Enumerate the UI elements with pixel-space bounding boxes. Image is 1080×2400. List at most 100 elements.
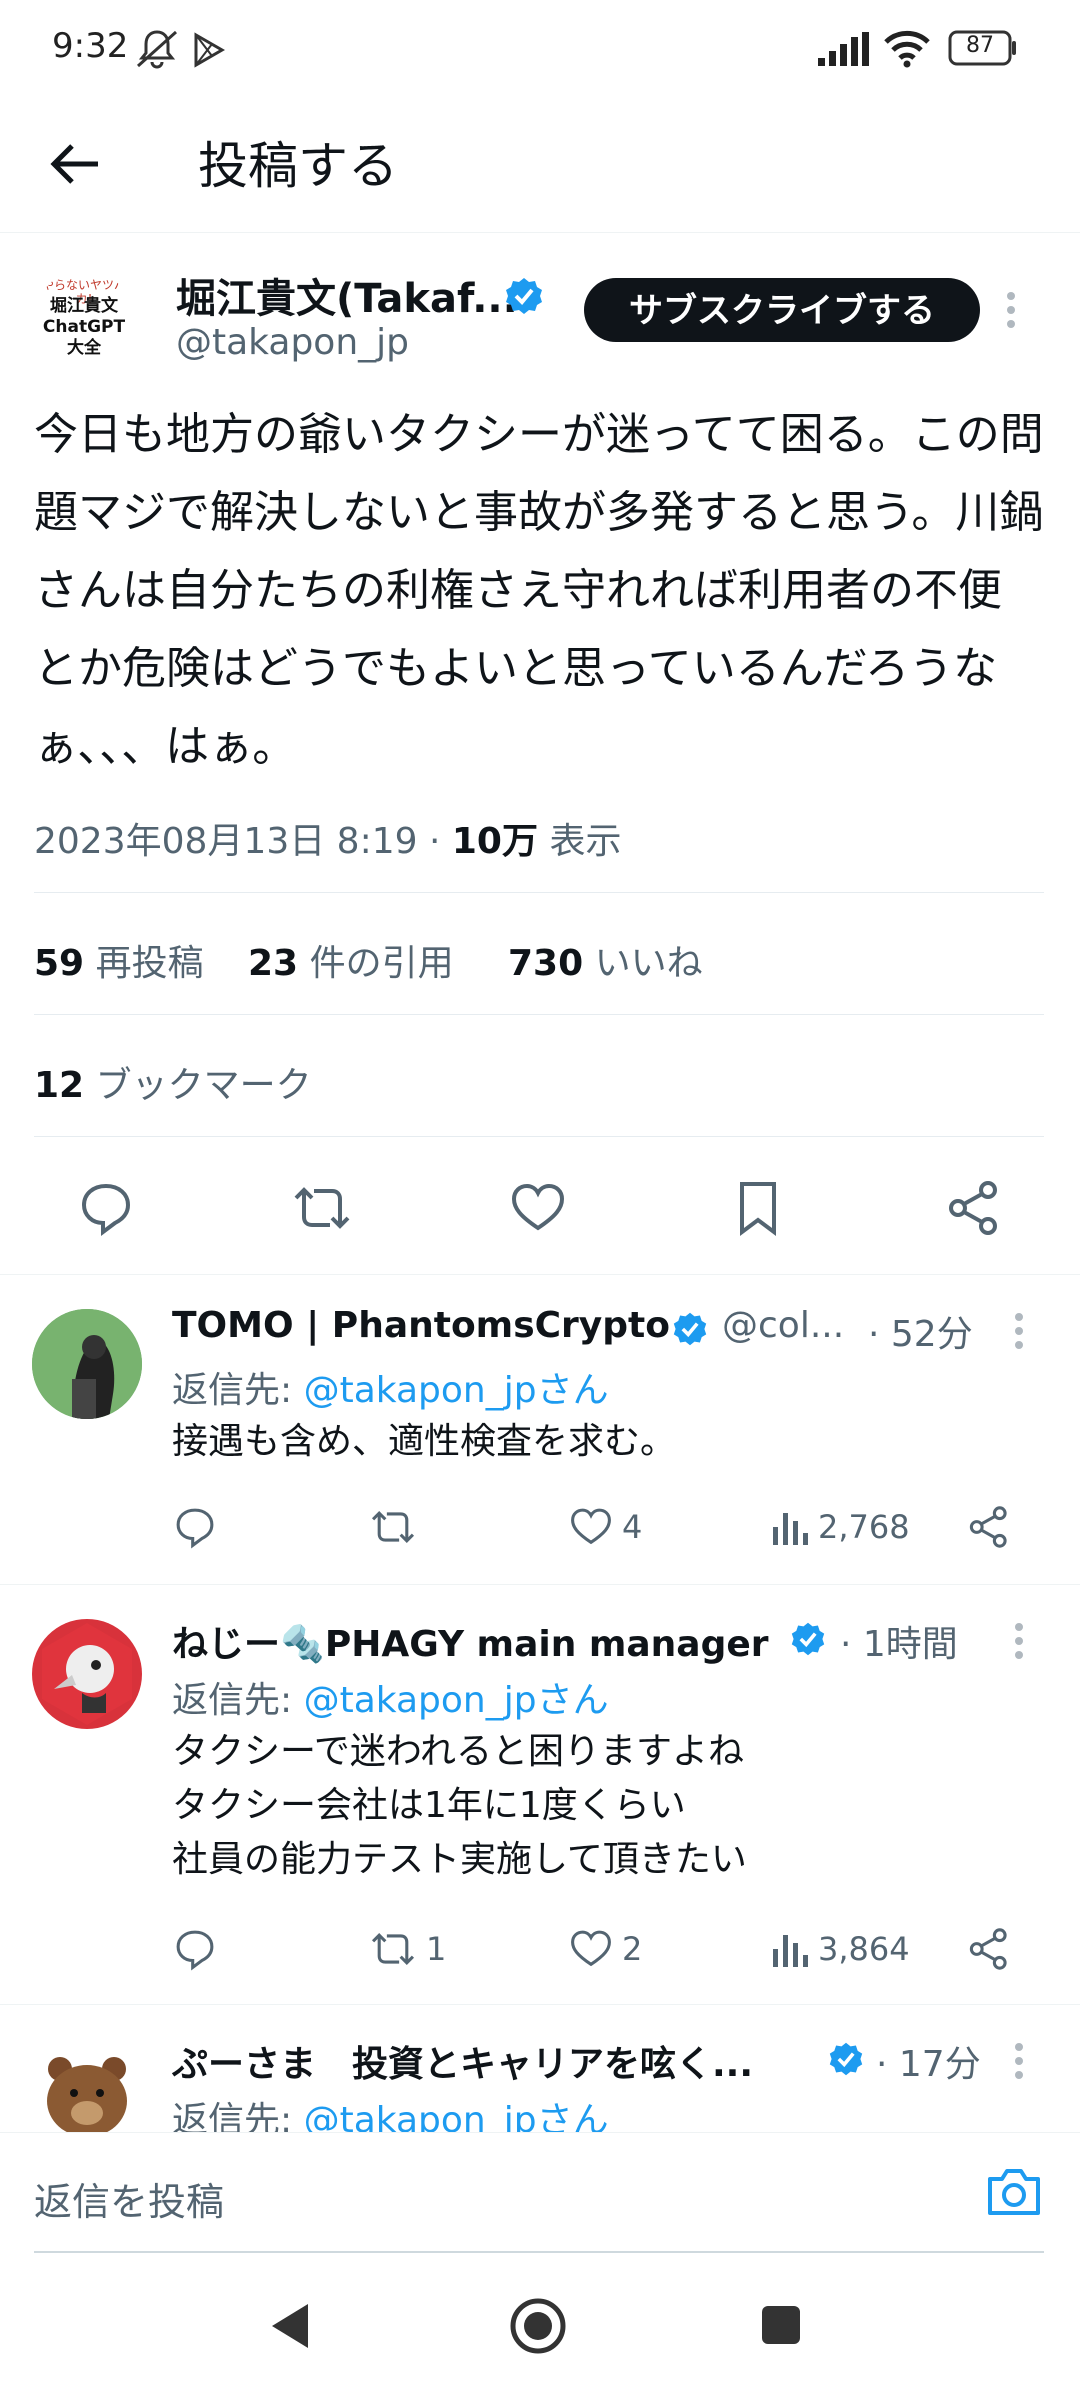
like-icon	[511, 1183, 565, 1231]
reply-compose-bar: 返信を投稿	[0, 2132, 1080, 2253]
bookmark-icon	[740, 1182, 776, 1236]
likes-label: いいね	[594, 943, 703, 984]
reposts-stat[interactable]: 59 再投稿	[34, 934, 204, 986]
system-nav-bar	[0, 2254, 1080, 2400]
reply-avatar[interactable]	[32, 2039, 142, 2133]
share-button[interactable]	[966, 1503, 1012, 1551]
tweet-datetime[interactable]: 2023年08月13日 8:19	[34, 821, 418, 862]
views-icon	[773, 1935, 808, 1967]
square-recents-icon	[762, 2306, 800, 2344]
retweet-button[interactable]	[368, 1503, 426, 1551]
reposts-label: 再投稿	[95, 943, 204, 984]
reply-item[interactable]: TOMO | PhantomsCrypto @col... · 52分 返信先:…	[0, 1274, 1080, 1585]
quotes-stat[interactable]: 23 件の引用	[248, 934, 454, 986]
reply-item[interactable]: ぷーさま 投資とキャリアを呟く... · 17分 返信先: @takapon_j…	[0, 2004, 1080, 2133]
bookmark-button[interactable]	[728, 1178, 792, 1242]
play-store-icon	[192, 32, 226, 68]
views-icon	[773, 1513, 808, 1545]
reply-icon	[176, 1508, 214, 1549]
status-bar: 9:32 87	[0, 0, 1080, 96]
share-button[interactable]	[966, 1925, 1012, 1973]
reply-to-line: 返信先: @takapon_jpさん	[172, 1671, 609, 1723]
reply-author-name[interactable]: TOMO | PhantomsCrypto	[172, 1305, 670, 1346]
bookmarks-label: ブックマーク	[95, 1065, 312, 1106]
battery-icon: 87	[948, 30, 1018, 66]
bookmarks-count: 12	[34, 1065, 85, 1106]
reply-icon	[81, 1183, 131, 1236]
retweet-icon	[294, 1187, 350, 1229]
more-icon	[1015, 2043, 1023, 2079]
more-options-button[interactable]	[1004, 290, 1018, 330]
retweet-icon	[371, 1511, 415, 1543]
reply-to-prefix: 返信先:	[172, 1370, 304, 1411]
views-count: 10万	[451, 821, 538, 862]
divider	[34, 1014, 1044, 1015]
reply-text-line: 接遇も含め、適性検査を求む。	[172, 1421, 677, 1462]
status-time: 9:32	[52, 26, 129, 66]
like-button[interactable]: 4	[568, 1503, 642, 1551]
mute-icon	[134, 28, 180, 70]
retweet-button[interactable]: 1	[368, 1925, 446, 1973]
back-button[interactable]	[40, 128, 112, 200]
author-handle[interactable]: @takapon_jp	[176, 322, 409, 363]
reply-to-link[interactable]: @takapon_jpさん	[304, 1680, 609, 1721]
like-button[interactable]: 2	[568, 1925, 642, 1973]
reply-author-name[interactable]: ねじー🔩PHAGY main manager	[172, 1615, 769, 1667]
reply-button[interactable]	[76, 1178, 140, 1242]
share-button[interactable]	[944, 1178, 1008, 1242]
nav-recents-button[interactable]	[758, 2302, 804, 2348]
verified-badge-icon	[828, 2041, 864, 2077]
reply-time: · 52分	[868, 1314, 973, 1355]
views-button[interactable]: 2,768	[770, 1503, 910, 1551]
views-count: 2,768	[818, 1508, 910, 1546]
reply-avatar[interactable]	[32, 1619, 142, 1729]
reply-input[interactable]: 返信を投稿	[34, 2171, 224, 2226]
subscribe-button[interactable]: サブスクライブする	[584, 278, 980, 342]
views-count: 3,864	[818, 1930, 910, 1968]
camera-button[interactable]	[984, 2163, 1044, 2219]
tweet-meta: 2023年08月13日 8:19 · 10万 表示	[34, 821, 622, 862]
triangle-back-icon	[272, 2304, 308, 2348]
nav-back-button[interactable]	[266, 2298, 314, 2354]
reposts-count: 59	[34, 943, 85, 984]
signal-icon	[818, 32, 870, 66]
reply-avatar[interactable]	[32, 1309, 142, 1419]
more-options-button[interactable]	[1012, 2041, 1026, 2081]
reply-author-name[interactable]: ぷーさま 投資とキャリアを呟く...	[172, 2035, 753, 2087]
likes-count: 730	[508, 943, 584, 984]
page-title: 投稿する	[198, 137, 398, 195]
like-button[interactable]	[508, 1178, 572, 1242]
reply-icon	[176, 1930, 214, 1971]
quotes-label: 件の引用	[309, 943, 454, 984]
reply-button[interactable]	[172, 1503, 218, 1551]
author-avatar[interactable]: やらないヤツバカ! 堀江貴文 ChatGPT 大全	[34, 270, 134, 370]
more-icon	[1015, 1313, 1023, 1349]
verified-badge-icon	[790, 1621, 826, 1657]
likes-stat[interactable]: 730 いいね	[508, 934, 703, 986]
share-icon	[969, 1506, 1007, 1548]
bookmarks-stat[interactable]: 12 ブックマーク	[34, 1056, 312, 1108]
reply-item[interactable]: ねじー🔩PHAGY main manager · 1時間 返信先: @takap…	[0, 1584, 1080, 2005]
more-icon	[1015, 1623, 1023, 1659]
verified-badge-icon	[504, 276, 544, 316]
reply-text-line: 社員の能力テスト実施して頂きたい	[172, 1839, 747, 1880]
battery-level: 87	[966, 33, 994, 58]
retweet-count: 1	[426, 1930, 447, 1968]
reply-author-handle[interactable]: @col...	[722, 1305, 844, 1346]
reply-to-link[interactable]: @takapon_jpさん	[304, 1370, 609, 1411]
reply-time: · 17分	[876, 2044, 981, 2085]
reply-to-link[interactable]: @takapon_jpさん	[304, 2100, 609, 2133]
nav-home-button[interactable]	[508, 2296, 568, 2356]
reply-time: · 1時間	[840, 1624, 958, 1665]
like-icon	[571, 1508, 611, 1545]
avatar-caption: 堀江貴文	[50, 296, 118, 316]
reply-button[interactable]	[172, 1925, 218, 1973]
more-options-button[interactable]	[1012, 1621, 1026, 1661]
views-button[interactable]: 3,864	[770, 1925, 910, 1973]
retweet-button[interactable]	[290, 1178, 354, 1242]
wifi-icon	[884, 30, 930, 68]
more-options-button[interactable]	[1012, 1311, 1026, 1351]
author-name[interactable]: 堀江貴文(Takaf...	[176, 266, 518, 324]
divider	[34, 2251, 1044, 2253]
reply-to-prefix: 返信先:	[172, 2100, 304, 2133]
